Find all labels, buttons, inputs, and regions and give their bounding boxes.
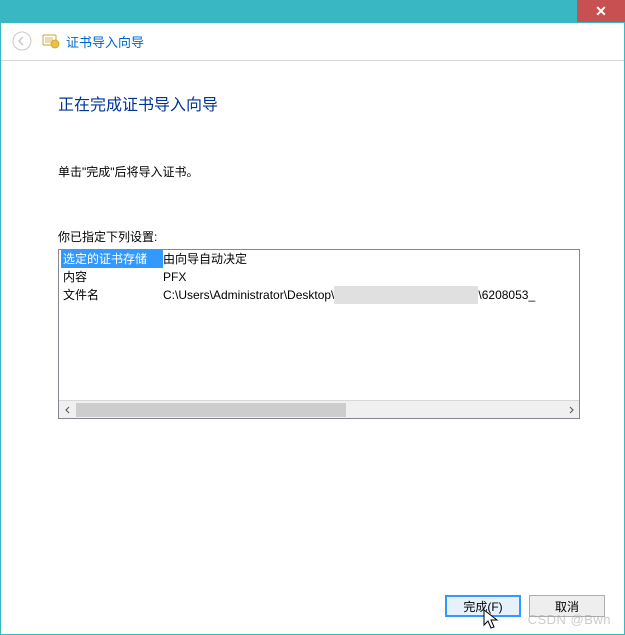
chevron-left-icon: [64, 406, 72, 414]
close-icon: ✕: [595, 3, 607, 20]
scroll-thumb[interactable]: [76, 403, 346, 417]
page-title: 正在完成证书导入向导: [58, 91, 567, 115]
row-value: 由向导自动决定: [163, 250, 579, 268]
settings-list[interactable]: 选定的证书存储 由向导自动决定 内容 PFX 文件名 C:\Users\Admi…: [58, 249, 580, 419]
table-row[interactable]: 内容 PFX: [59, 268, 579, 286]
row-key: 选定的证书存储: [61, 250, 163, 268]
settings-label: 你已指定下列设置:: [58, 228, 567, 245]
row-key: 文件名: [63, 286, 163, 304]
wizard-title: 证书导入向导: [66, 32, 144, 51]
scroll-track[interactable]: [76, 402, 562, 418]
table-row[interactable]: 文件名 C:\Users\Administrator\Desktop\xxxxx…: [59, 286, 579, 304]
table-row[interactable]: 选定的证书存储 由向导自动决定: [59, 250, 579, 268]
cancel-button[interactable]: 取消: [529, 595, 605, 617]
certificate-icon: [42, 32, 60, 50]
row-key: 内容: [63, 268, 163, 286]
redacted-segment: xxxxxxxxxxxxxxxxxxxxxxxx: [334, 286, 478, 304]
close-button[interactable]: ✕: [577, 0, 625, 22]
button-bar: 完成(F) 取消: [445, 595, 605, 617]
horizontal-scrollbar[interactable]: [59, 400, 579, 418]
finish-button[interactable]: 完成(F): [445, 595, 521, 617]
scroll-right-button[interactable]: [562, 402, 579, 418]
row-value: C:\Users\Administrator\Desktop\xxxxxxxxx…: [163, 286, 579, 304]
row-value: PFX: [163, 268, 579, 286]
chevron-right-icon: [567, 406, 575, 414]
back-arrow-icon: [12, 31, 32, 51]
instruction-text: 单击"完成"后将导入证书。: [58, 163, 567, 180]
wizard-window: ✕ 证书导入向导 正在完成证书导入向导 单击"完成"后将导入证书。 你已指定下列…: [0, 0, 625, 635]
content-area: 正在完成证书导入向导 单击"完成"后将导入证书。 你已指定下列设置: 选定的证书…: [0, 61, 625, 419]
back-button[interactable]: [10, 29, 34, 53]
settings-rows: 选定的证书存储 由向导自动决定 内容 PFX 文件名 C:\Users\Admi…: [59, 250, 579, 400]
title-bar: ✕: [0, 0, 625, 22]
scroll-left-button[interactable]: [59, 402, 76, 418]
wizard-header: 证书导入向导: [0, 22, 625, 61]
